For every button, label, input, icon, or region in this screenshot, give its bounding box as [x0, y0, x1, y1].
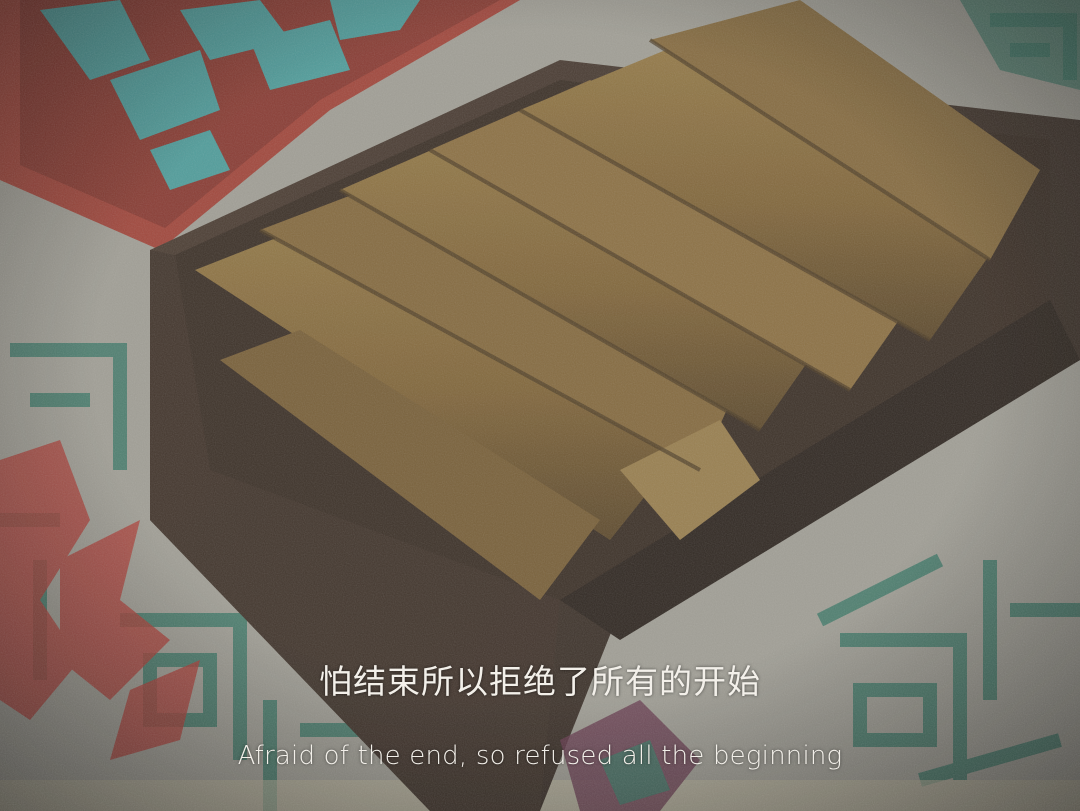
- caption-english: Afraid of the end, so refused all the be…: [237, 741, 843, 771]
- caption-chinese: 怕结束所以拒绝了所有的开始: [319, 662, 761, 701]
- photo-scene: 怕结束所以拒绝了所有的开始 Afraid of the end, so refu…: [0, 0, 1080, 811]
